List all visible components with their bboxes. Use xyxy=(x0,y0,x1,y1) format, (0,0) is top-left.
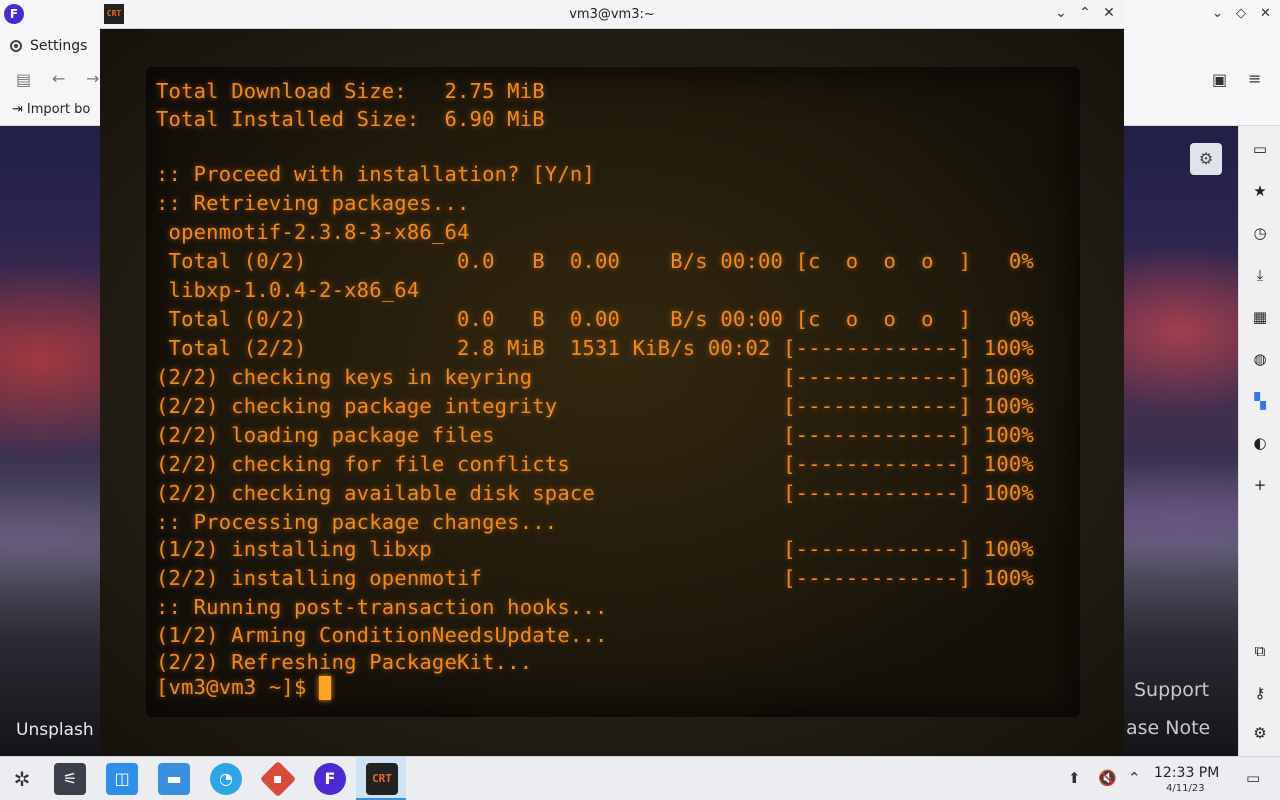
support-link[interactable]: Support xyxy=(1134,679,1209,701)
close-icon[interactable]: ✕ xyxy=(1260,6,1271,21)
clock-time[interactable]: 12:33 PM xyxy=(1154,765,1219,781)
translate-icon[interactable]: ▚ xyxy=(1251,392,1269,410)
chevron-up-icon[interactable]: ⌃ xyxy=(1128,769,1141,787)
terminal-line: (2/2) checking package integrity [------… xyxy=(156,394,1034,418)
terminal-line: (2/2) installing openmotif [------------… xyxy=(156,566,1034,590)
show-desktop-icon[interactable]: ▭ xyxy=(1246,769,1260,787)
maximize-icon[interactable]: ⌃ xyxy=(1076,5,1094,21)
folder-icon[interactable]: ▬ xyxy=(158,763,190,795)
page-settings-button[interactable]: ⚙ xyxy=(1190,143,1222,175)
terminal-line: Total (0/2) 0.0 B 0.00 B/s 00:00 [c o o … xyxy=(156,307,1034,331)
diamond-icon[interactable]: ◇ xyxy=(1236,6,1246,21)
terminal-line: :: Processing package changes... xyxy=(156,510,558,534)
crt-terminal-taskbar-icon[interactable]: CRT xyxy=(366,763,398,795)
terminal-screen[interactable]: Total Download Size: 2.75 MiB Total Inst… xyxy=(146,67,1080,717)
discover-store-icon[interactable]: ◫ xyxy=(106,763,138,795)
crt-bezel: Total Download Size: 2.75 MiB Total Inst… xyxy=(100,29,1124,756)
close-icon[interactable]: ✕ xyxy=(1100,5,1118,21)
sidebar-toggle-icon[interactable]: ▤ xyxy=(16,70,31,89)
terminal-line: (2/2) checking available disk space [---… xyxy=(156,481,1034,505)
notes-icon[interactable]: ▦ xyxy=(1251,308,1269,326)
tab-settings[interactable]: Settings xyxy=(0,32,87,60)
bookmark-import[interactable]: ⇥ Import bo xyxy=(12,102,90,117)
app-launcher-icon[interactable]: ✲ xyxy=(6,763,38,795)
muted-speaker-icon[interactable]: 🔇 xyxy=(1098,769,1117,787)
download-icon[interactable]: ⤓ xyxy=(1251,266,1269,284)
tab-label: Settings xyxy=(30,38,88,54)
key-icon[interactable]: ⚷ xyxy=(1251,684,1269,702)
wallpaper-credit[interactable]: Unsplash xyxy=(16,720,94,740)
game-app-icon[interactable]: ◆ xyxy=(259,760,297,798)
history-icon[interactable]: ◷ xyxy=(1251,224,1269,242)
terminal-line: (1/2) installing libxp [-------------] 1… xyxy=(156,537,1034,561)
terminal-titlebar[interactable]: CRT vm3@vm3:~ ⌄ ⌃ ✕ xyxy=(100,0,1124,29)
terminal-line: (1/2) Arming ConditionNeedsUpdate... xyxy=(156,623,608,647)
reader-view-icon[interactable]: ▣ xyxy=(1212,70,1227,89)
extension-icon[interactable]: ◐ xyxy=(1251,434,1269,452)
system-settings-icon[interactable]: ⚟ xyxy=(54,763,86,795)
plus-icon[interactable]: + xyxy=(1251,476,1269,494)
chevron-down-icon[interactable]: ⌄ xyxy=(1212,6,1223,21)
terminal-line: (2/2) checking for file conflicts [-----… xyxy=(156,452,1034,476)
browser-right-sidebar: ▭ ★ ◷ ⤓ ▦ ◍ ▚ ◐ + ⧉ ⚷ ⚙ xyxy=(1238,126,1280,756)
gear-icon[interactable]: ⚙ xyxy=(1251,724,1269,742)
menu-icon[interactable]: ≡ xyxy=(1248,69,1261,88)
terminal-line: :: Running post-transaction hooks... xyxy=(156,595,608,619)
bookmark-label: Import bo xyxy=(26,102,91,117)
minimize-icon[interactable]: ⌄ xyxy=(1052,5,1070,21)
briefcase-icon[interactable]: ▭ xyxy=(1251,140,1269,158)
terminal-line: openmotif-2.3.8-3-x86_64 xyxy=(156,220,470,244)
terminal-line: Total Download Size: 2.75 MiB xyxy=(156,79,545,103)
shell-prompt: [vm3@vm3 ~]$ xyxy=(156,675,320,699)
arrow-left-icon[interactable]: ← xyxy=(52,69,65,88)
terminal-line: :: Retrieving packages... xyxy=(156,191,470,215)
terminal-window: CRT vm3@vm3:~ ⌄ ⌃ ✕ Total Download Size:… xyxy=(100,0,1124,756)
release-note-link[interactable]: ase Note xyxy=(1126,717,1210,739)
terminal-line: libxp-1.0.4-2-x86_64 xyxy=(156,278,420,302)
update-icon[interactable]: ⬆ xyxy=(1068,769,1081,787)
star-icon[interactable]: ★ xyxy=(1251,182,1269,200)
browser-compass-icon[interactable]: ◔ xyxy=(210,763,242,795)
terminal-line: :: Proceed with installation? [Y/n] xyxy=(156,162,595,186)
terminal-line: (2/2) loading package files [-----------… xyxy=(156,423,1034,447)
terminal-prompt-line[interactable]: [vm3@vm3 ~]$ xyxy=(156,675,332,700)
gear-icon: ⚙ xyxy=(1198,149,1214,168)
clock-date[interactable]: 4/11/23 xyxy=(1166,783,1205,794)
window-title: vm3@vm3:~ xyxy=(569,7,655,22)
terminal-line: Total (2/2) 2.8 MiB 1531 KiB/s 00:02 [--… xyxy=(156,336,1034,360)
text-cursor xyxy=(319,676,332,700)
import-icon: ⇥ xyxy=(12,102,23,117)
arrow-right-icon[interactable]: → xyxy=(86,69,99,88)
terminal-line: Total Installed Size: 6.90 MiB xyxy=(156,107,545,131)
puzzle-icon[interactable]: ⧉ xyxy=(1251,642,1269,660)
terminal-line: (2/2) Refreshing PackageKit... xyxy=(156,650,533,674)
terminal-line: Total (0/2) 0.0 B 0.00 B/s 00:00 [c o o … xyxy=(156,249,1034,273)
terminal-line: (2/2) checking keys in keyring [--------… xyxy=(156,365,1034,389)
taskbar: ✲ ⚟ ◫ ▬ ◔ ◆ F CRT ⬆ 🔇 ⌃ 12:33 PM 4/11/23… xyxy=(0,756,1280,800)
browser-logo-icon[interactable]: F xyxy=(4,4,24,24)
gear-icon xyxy=(10,40,22,52)
floorp-browser-icon[interactable]: F xyxy=(314,763,346,795)
globe-icon[interactable]: ◍ xyxy=(1251,350,1269,368)
